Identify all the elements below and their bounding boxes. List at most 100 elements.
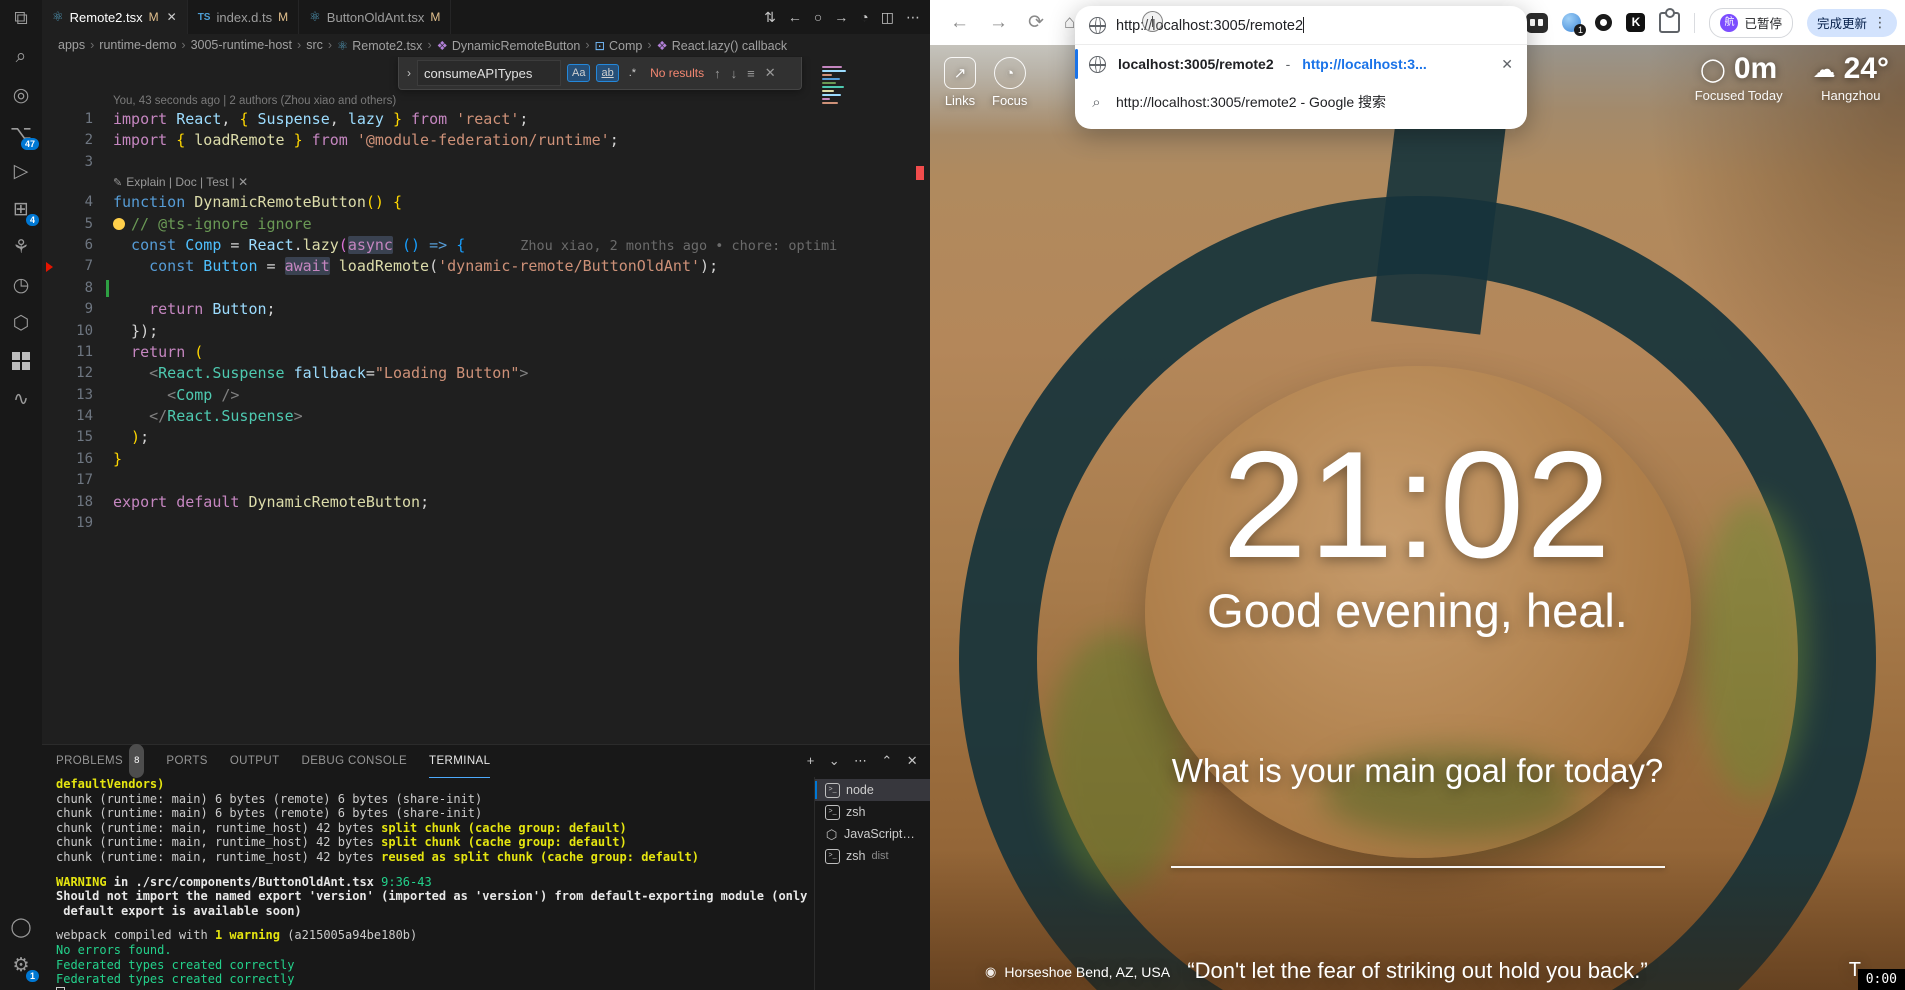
wave-icon[interactable]: ∿	[0, 380, 42, 418]
breadcrumb-separator: ›	[585, 38, 589, 52]
forward-icon[interactable]: →	[989, 12, 1008, 34]
account-icon[interactable]: ◯	[0, 908, 42, 946]
find-in-selection-icon[interactable]: ≡	[747, 66, 755, 81]
terminal-session-zsh[interactable]: >_zshdist	[815, 845, 930, 867]
code-line: 12 <React.Suspense fallback="Loading But…	[42, 363, 930, 384]
breadcrumb-item[interactable]: ❖DynamicRemoteButton	[437, 38, 581, 53]
panel-tab-debug-console[interactable]: DEBUG CONSOLE	[302, 745, 408, 777]
whole-word-toggle[interactable]: ab	[596, 64, 618, 82]
settings-gear-icon[interactable]: ⚙1	[0, 946, 42, 984]
nav-forward-icon[interactable]: →	[834, 9, 848, 25]
panel-tab-ports[interactable]: PORTS	[166, 745, 207, 777]
timeline-icon[interactable]: ◷	[0, 266, 42, 304]
terminal-line: chunk (runtime: main, runtime_host) 42 b…	[56, 821, 810, 836]
timeline-icon[interactable]: ◔	[860, 9, 868, 25]
breadcrumb[interactable]: apps›runtime-demo›3005-runtime-host›src›…	[42, 34, 930, 56]
nav-back-icon[interactable]: ←	[788, 9, 802, 25]
terminal-line: default export is available soon)	[56, 904, 810, 919]
breadcrumb-item[interactable]: runtime-demo	[99, 38, 176, 52]
home-icon[interactable]: ⌂	[1064, 12, 1075, 34]
symbol-icon: ⊡	[595, 39, 605, 53]
terminal-output[interactable]: defaultVendors)chunk (runtime: main) 6 b…	[56, 777, 810, 990]
close-panel-icon[interactable]: ✕	[907, 753, 918, 769]
code-editor[interactable]: You, 43 seconds ago | 2 authors (Zhou xi…	[42, 56, 930, 744]
find-next-icon[interactable]: ↓	[731, 66, 738, 81]
search-icon[interactable]: ⌕	[0, 38, 42, 76]
explorer-icon[interactable]: ⧉	[0, 0, 42, 38]
reload-icon[interactable]: ⟳	[1028, 11, 1044, 34]
remove-suggestion-icon[interactable]: ✕	[1501, 56, 1513, 73]
terminal-line	[56, 918, 810, 928]
terminal-session-zsh[interactable]: >_zsh	[815, 801, 930, 823]
breadcrumb-item[interactable]: apps	[58, 38, 85, 52]
terminal-session-node[interactable]: >_node	[815, 779, 930, 801]
find-input[interactable]	[417, 60, 561, 86]
grid-icon[interactable]	[0, 342, 42, 380]
code-line: 2import { loadRemote } from '@module-fed…	[42, 130, 930, 151]
toolbar-separator	[1694, 13, 1695, 33]
minimap[interactable]	[822, 64, 848, 106]
paused-pill[interactable]: 航已暂停	[1709, 8, 1793, 38]
code-line: 7 const Button = await loadRemote('dynam…	[42, 256, 930, 277]
editor-tab-remote2-tsx[interactable]: ⚛Remote2.tsxM✕	[42, 0, 188, 34]
activity-bar-bottom: ◯⚙1	[0, 908, 42, 984]
new-terminal-icon[interactable]: +	[807, 753, 815, 769]
symbol-icon: ❖	[437, 39, 448, 53]
run-debug-icon[interactable]: ▷	[0, 152, 42, 190]
editor-tab-index-d-ts[interactable]: TSindex.d.tsM	[188, 0, 299, 34]
breadcrumb-item[interactable]: ❖React.lazy() callback	[657, 38, 788, 53]
tab-close-icon[interactable]: ✕	[167, 10, 177, 24]
goal-input-underline[interactable]	[1171, 866, 1665, 868]
panel-tab-problems[interactable]: PROBLEMS8	[56, 745, 144, 777]
lens-row[interactable]: ✎Explain | Doc | Test | ✕	[42, 173, 930, 192]
suggestion-search[interactable]: ⌕http://localhost:3005/remote2 - Google …	[1075, 83, 1527, 121]
split-editor-icon[interactable]: ◫	[881, 9, 894, 26]
breadcrumb-item[interactable]: src	[306, 38, 323, 52]
testing-icon[interactable]: ⚘	[0, 228, 42, 266]
focus-button[interactable]: ◔Focus	[992, 57, 1027, 108]
reading-list-icon[interactable]	[1526, 13, 1548, 33]
weather-widget[interactable]: ☁24° Hangzhou	[1813, 52, 1889, 103]
remote-explorer-icon[interactable]: ◎	[0, 76, 42, 114]
terminal-dropdown-icon[interactable]: ⌄	[829, 753, 840, 769]
goal-prompt: What is your main goal for today?	[930, 752, 1905, 790]
extensions-icon[interactable]: ⊞4	[0, 190, 42, 228]
breadcrumb-separator: ›	[181, 38, 185, 52]
find-close-icon[interactable]: ✕	[765, 65, 776, 81]
editor-tab-buttonoldant-tsx[interactable]: ⚛ButtonOldAnt.tsxM	[299, 0, 451, 34]
translate-globe-icon[interactable]: 1	[1562, 13, 1581, 32]
kagi-extension-icon[interactable]: K	[1626, 13, 1645, 32]
find-prev-icon[interactable]: ↑	[714, 66, 721, 81]
panel-tab-output[interactable]: OUTPUT	[230, 745, 280, 777]
lightbulb-icon[interactable]	[113, 218, 125, 230]
focus-widget[interactable]: ◯0m Focused Today	[1695, 52, 1783, 103]
find-expand-icon[interactable]: ›	[407, 66, 411, 80]
maximize-panel-icon[interactable]: ⌃	[881, 753, 892, 769]
match-case-toggle[interactable]: Aa	[567, 64, 590, 82]
panel-tab-terminal[interactable]: TERMINAL	[429, 745, 490, 778]
regex-toggle[interactable]: .*	[625, 65, 640, 81]
code-line: 9 return Button;	[42, 299, 930, 320]
kebab-menu-icon[interactable]: ⋮	[1873, 14, 1887, 31]
update-pill[interactable]: 完成更新⋮	[1807, 9, 1897, 37]
extensions-puzzle-icon[interactable]	[1659, 12, 1680, 33]
nav-dot-icon[interactable]: ○	[814, 9, 822, 25]
suggestion-url[interactable]: localhost:3005/remote2 - http://localhos…	[1075, 45, 1527, 83]
panel-tabs: PROBLEMS8 PORTS OUTPUT DEBUG CONSOLE TERMINA…	[56, 745, 490, 777]
circle-extension-icon[interactable]	[1595, 14, 1612, 31]
links-button[interactable]: ↗Links	[944, 57, 976, 108]
breadcrumb-item[interactable]: ⚛Remote2.tsx	[337, 38, 422, 53]
more-actions-icon[interactable]: ⋯	[906, 9, 920, 26]
globe-icon	[1089, 56, 1106, 73]
focus-ring-icon: ◯	[1700, 56, 1726, 83]
terminal-session-javascript[interactable]: ⬡JavaScript…	[815, 823, 930, 845]
typescript-icon: TS	[198, 12, 211, 23]
back-icon[interactable]: ←	[950, 12, 969, 34]
hexagon-tool-icon[interactable]: ⬡	[0, 304, 42, 342]
breadcrumb-item[interactable]: ⊡Comp	[595, 38, 643, 53]
source-control-icon[interactable]: ⌥47	[0, 114, 42, 152]
breadcrumb-item[interactable]: 3005-runtime-host	[191, 38, 292, 52]
panel-more-icon[interactable]: ⋯	[854, 753, 867, 769]
compare-changes-icon[interactable]: ⇅	[764, 9, 776, 26]
breadcrumb-separator: ›	[90, 38, 94, 52]
